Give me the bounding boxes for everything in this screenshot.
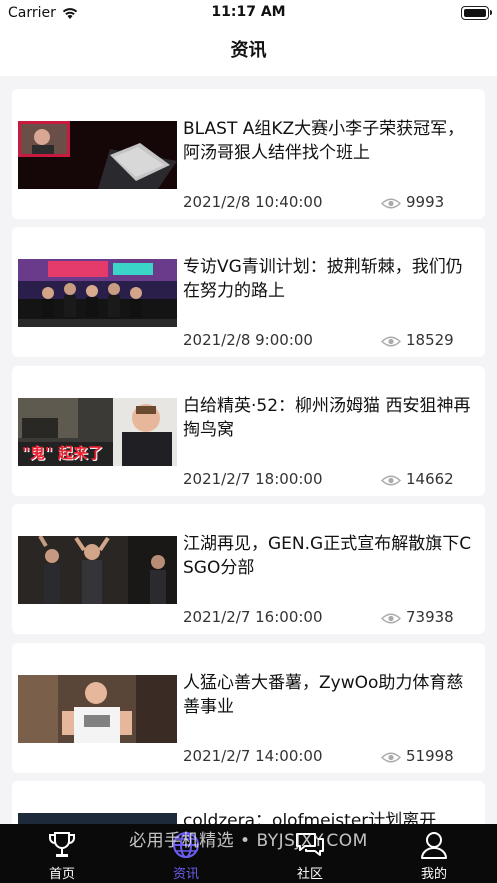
- tab-home[interactable]: 首页: [12, 824, 112, 883]
- tab-profile[interactable]: 我的: [384, 824, 484, 883]
- news-date: 2021/2/8 10:40:00: [183, 193, 323, 211]
- view-count: 18529: [406, 331, 454, 349]
- news-title: 人猛心善大番薯，ZywOo助力体育慈善事业: [183, 673, 464, 717]
- news-date: 2021/2/8 9:00:00: [183, 331, 313, 349]
- news-card[interactable]: "鬼" 起来了 白给精英·52：柳州汤姆猫 西安狙神再掏鸟窝 2021/2/7 …: [12, 366, 485, 496]
- globe-icon: [173, 832, 199, 858]
- news-title: BLAST A组KZ大赛小李子荣获冠军，阿汤哥狠人结伴找个班上: [183, 119, 465, 163]
- news-title: 白给精英·52：柳州汤姆猫 西安狙神再掏鸟窝: [183, 396, 471, 440]
- thumbnail-caption: "鬼" 起来了: [22, 444, 103, 462]
- news-thumbnail: [18, 813, 177, 824]
- news-card[interactable]: 专访VG青训计划：披荆斩棘，我们仍在努力的路上 2021/2/8 9:00:00…: [12, 227, 485, 357]
- tab-label: 资讯: [172, 867, 199, 882]
- battery-icon: [461, 6, 492, 20]
- eye-icon: [381, 752, 401, 763]
- view-count: 14662: [406, 470, 454, 488]
- news-date: 2021/2/7 18:00:00: [183, 470, 323, 488]
- eye-icon: [381, 613, 401, 624]
- news-feed[interactable]: BLAST A组KZ大赛小李子荣获冠军，阿汤哥狠人结伴找个班上 2021/2/8…: [0, 76, 497, 824]
- person-icon: [421, 832, 447, 859]
- eye-icon: [381, 336, 401, 347]
- news-card[interactable]: BLAST A组KZ大赛小李子荣获冠军，阿汤哥狠人结伴找个班上 2021/2/8…: [12, 89, 485, 219]
- news-thumbnail: [18, 121, 177, 189]
- news-title: 江湖再见，GEN.G正式宣布解散旗下CSGO分部: [183, 534, 472, 578]
- view-count: 9993: [406, 193, 445, 211]
- news-thumbnail: [18, 259, 177, 327]
- chat-icon: [296, 833, 324, 856]
- news-thumbnail: "鬼" 起来了: [18, 398, 177, 466]
- tab-news[interactable]: 资讯: [136, 824, 236, 883]
- eye-icon: [381, 475, 401, 486]
- trophy-icon: [49, 832, 75, 857]
- clock: 11:17 AM: [211, 4, 286, 20]
- tab-label: 社区: [296, 867, 323, 882]
- news-card[interactable]: coldzera：olofmeister计划离开: [12, 781, 485, 824]
- news-thumbnail: [18, 675, 177, 743]
- tab-bar: 首页 资讯 社区 我的: [0, 824, 497, 883]
- view-count: 51998: [406, 747, 454, 765]
- news-title: coldzera：olofmeister计划离开: [183, 811, 437, 824]
- tab-community[interactable]: 社区: [260, 824, 360, 883]
- news-date: 2021/2/7 14:00:00: [183, 747, 323, 765]
- news-card[interactable]: 江湖再见，GEN.G正式宣布解散旗下CSGO分部 2021/2/7 16:00:…: [12, 504, 485, 634]
- view-count: 73938: [406, 608, 454, 626]
- news-date: 2021/2/7 16:00:00: [183, 608, 323, 626]
- navigation-bar: 资讯: [0, 28, 497, 76]
- status-bar: Carrier 11:17 AM: [0, 0, 497, 28]
- tab-label: 我的: [420, 867, 447, 882]
- news-thumbnail: [18, 536, 177, 604]
- tab-label: 首页: [48, 867, 75, 882]
- news-card[interactable]: 人猛心善大番薯，ZywOo助力体育慈善事业 2021/2/7 14:00:00 …: [12, 643, 485, 773]
- eye-icon: [381, 198, 401, 209]
- page-title: 资讯: [230, 40, 267, 61]
- news-title: 专访VG青训计划：披荆斩棘，我们仍在努力的路上: [183, 257, 463, 301]
